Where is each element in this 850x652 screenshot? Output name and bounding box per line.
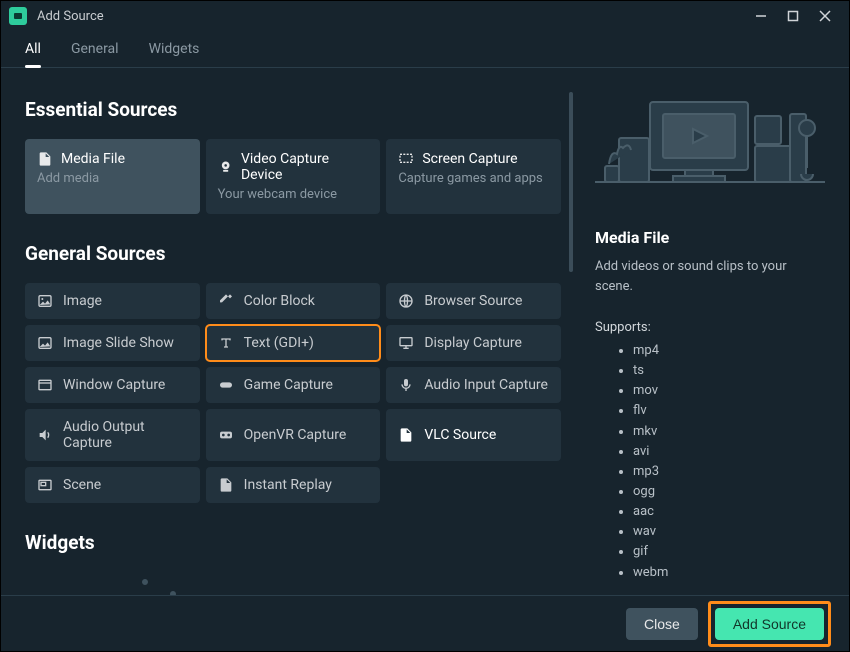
mic-icon bbox=[398, 377, 414, 393]
essential-media-file[interactable]: Media File Add media bbox=[25, 139, 200, 214]
add-source-button[interactable]: Add Source bbox=[715, 608, 824, 640]
source-label: Game Capture bbox=[244, 377, 333, 393]
source-label: Audio Input Capture bbox=[424, 377, 548, 393]
format-item: flv bbox=[633, 401, 827, 421]
add-source-window: Add Source All General Widgets Essential… bbox=[0, 0, 850, 652]
general-sources-grid: Image Color Block Browser Source Image S… bbox=[25, 283, 561, 503]
essential-title: Media File bbox=[61, 151, 125, 167]
source-label: OpenVR Capture bbox=[244, 427, 347, 443]
maximize-button[interactable] bbox=[777, 4, 809, 28]
source-label: Scene bbox=[63, 477, 101, 493]
widgets-heading: Widgets bbox=[25, 531, 561, 554]
globe-icon bbox=[398, 293, 414, 309]
source-label: Audio Output Capture bbox=[63, 419, 188, 451]
source-audio-input[interactable]: Audio Input Capture bbox=[386, 367, 561, 403]
detail-title: Media File bbox=[595, 228, 827, 247]
webcam-icon bbox=[218, 159, 233, 175]
source-label: Color Block bbox=[244, 293, 315, 309]
essential-title: Screen Capture bbox=[422, 151, 517, 167]
dialog-footer: Close Add Source bbox=[1, 595, 849, 651]
screen-capture-icon bbox=[398, 151, 414, 167]
detail-description: Add videos or sound clips to your scene. bbox=[595, 257, 827, 296]
source-audio-output[interactable]: Audio Output Capture bbox=[25, 409, 200, 461]
format-item: aac bbox=[633, 502, 827, 522]
text-icon bbox=[218, 335, 234, 351]
replay-icon bbox=[218, 477, 234, 493]
essential-screen-capture[interactable]: Screen Capture Capture games and apps bbox=[386, 139, 561, 214]
add-source-highlight: Add Source bbox=[708, 601, 831, 647]
source-label: Image Slide Show bbox=[63, 335, 174, 351]
source-image[interactable]: Image bbox=[25, 283, 200, 319]
format-item: ogg bbox=[633, 482, 827, 502]
file-icon bbox=[37, 151, 53, 167]
tab-all[interactable]: All bbox=[25, 41, 41, 67]
source-openvr[interactable]: OpenVR Capture bbox=[206, 409, 381, 461]
detail-panel: Media File Add videos or sound clips to … bbox=[577, 68, 849, 595]
essential-title: Video Capture Device bbox=[241, 151, 368, 183]
essential-sub: Your webcam device bbox=[218, 187, 369, 202]
source-scene[interactable]: Scene bbox=[25, 467, 200, 503]
essential-video-capture[interactable]: Video Capture Device Your webcam device bbox=[206, 139, 381, 214]
close-window-button[interactable] bbox=[809, 4, 841, 28]
general-heading: General Sources bbox=[25, 242, 561, 265]
format-item: webm bbox=[633, 563, 827, 583]
format-item: mov bbox=[633, 381, 827, 401]
format-item: ts bbox=[633, 361, 827, 381]
source-label: VLC Source bbox=[424, 427, 496, 443]
source-vlc[interactable]: VLC Source bbox=[386, 409, 561, 461]
gamepad-icon bbox=[218, 377, 234, 393]
format-item: mp4 bbox=[633, 341, 827, 361]
source-display-capture[interactable]: Display Capture bbox=[386, 325, 561, 361]
essential-sub: Add media bbox=[37, 171, 188, 186]
source-label: Image bbox=[63, 293, 102, 309]
image-icon bbox=[37, 293, 53, 309]
vr-icon bbox=[218, 427, 234, 443]
source-window-capture[interactable]: Window Capture bbox=[25, 367, 200, 403]
scene-icon bbox=[37, 477, 53, 493]
source-label: Window Capture bbox=[63, 377, 165, 393]
supported-formats-list: mp4 ts mov flv mkv avi mp3 ogg aac wav g… bbox=[595, 341, 827, 583]
source-category-tabs: All General Widgets bbox=[1, 31, 849, 68]
source-instant-replay[interactable]: Instant Replay bbox=[206, 467, 381, 503]
source-list-panel: Essential Sources Media File Add media bbox=[1, 68, 577, 595]
source-label: Display Capture bbox=[424, 335, 522, 351]
file-icon bbox=[398, 427, 414, 443]
essential-sub: Capture games and apps bbox=[398, 171, 549, 186]
supports-label: Supports: bbox=[595, 320, 827, 335]
color-block-icon bbox=[218, 293, 234, 309]
format-item: mp3 bbox=[633, 462, 827, 482]
speaker-icon bbox=[37, 427, 53, 443]
source-label: Instant Replay bbox=[244, 477, 332, 493]
format-item: wav bbox=[633, 522, 827, 542]
close-button[interactable]: Close bbox=[626, 608, 698, 640]
slideshow-icon bbox=[37, 335, 53, 351]
monitor-icon bbox=[398, 335, 414, 351]
source-label: Browser Source bbox=[424, 293, 522, 309]
tab-widgets[interactable]: Widgets bbox=[149, 41, 200, 67]
app-icon bbox=[9, 7, 27, 25]
widgets-illustration bbox=[25, 572, 561, 595]
format-item: gif bbox=[633, 542, 827, 562]
source-browser[interactable]: Browser Source bbox=[386, 283, 561, 319]
source-game-capture[interactable]: Game Capture bbox=[206, 367, 381, 403]
titlebar: Add Source bbox=[1, 1, 849, 31]
essential-heading: Essential Sources bbox=[25, 98, 561, 121]
source-image-slideshow[interactable]: Image Slide Show bbox=[25, 325, 200, 361]
window-title: Add Source bbox=[37, 9, 745, 24]
tab-general[interactable]: General bbox=[71, 41, 119, 67]
minimize-button[interactable] bbox=[745, 4, 777, 28]
essential-sources-grid: Media File Add media Video Capture Devic… bbox=[25, 139, 561, 214]
source-label: Text (GDI+) bbox=[244, 335, 314, 351]
window-icon bbox=[37, 377, 53, 393]
source-text-gdi[interactable]: Text (GDI+) bbox=[206, 325, 381, 361]
detail-illustration bbox=[595, 84, 827, 214]
format-item: mkv bbox=[633, 422, 827, 442]
dialog-body: Essential Sources Media File Add media bbox=[1, 68, 849, 595]
source-color-block[interactable]: Color Block bbox=[206, 283, 381, 319]
format-item: avi bbox=[633, 442, 827, 462]
